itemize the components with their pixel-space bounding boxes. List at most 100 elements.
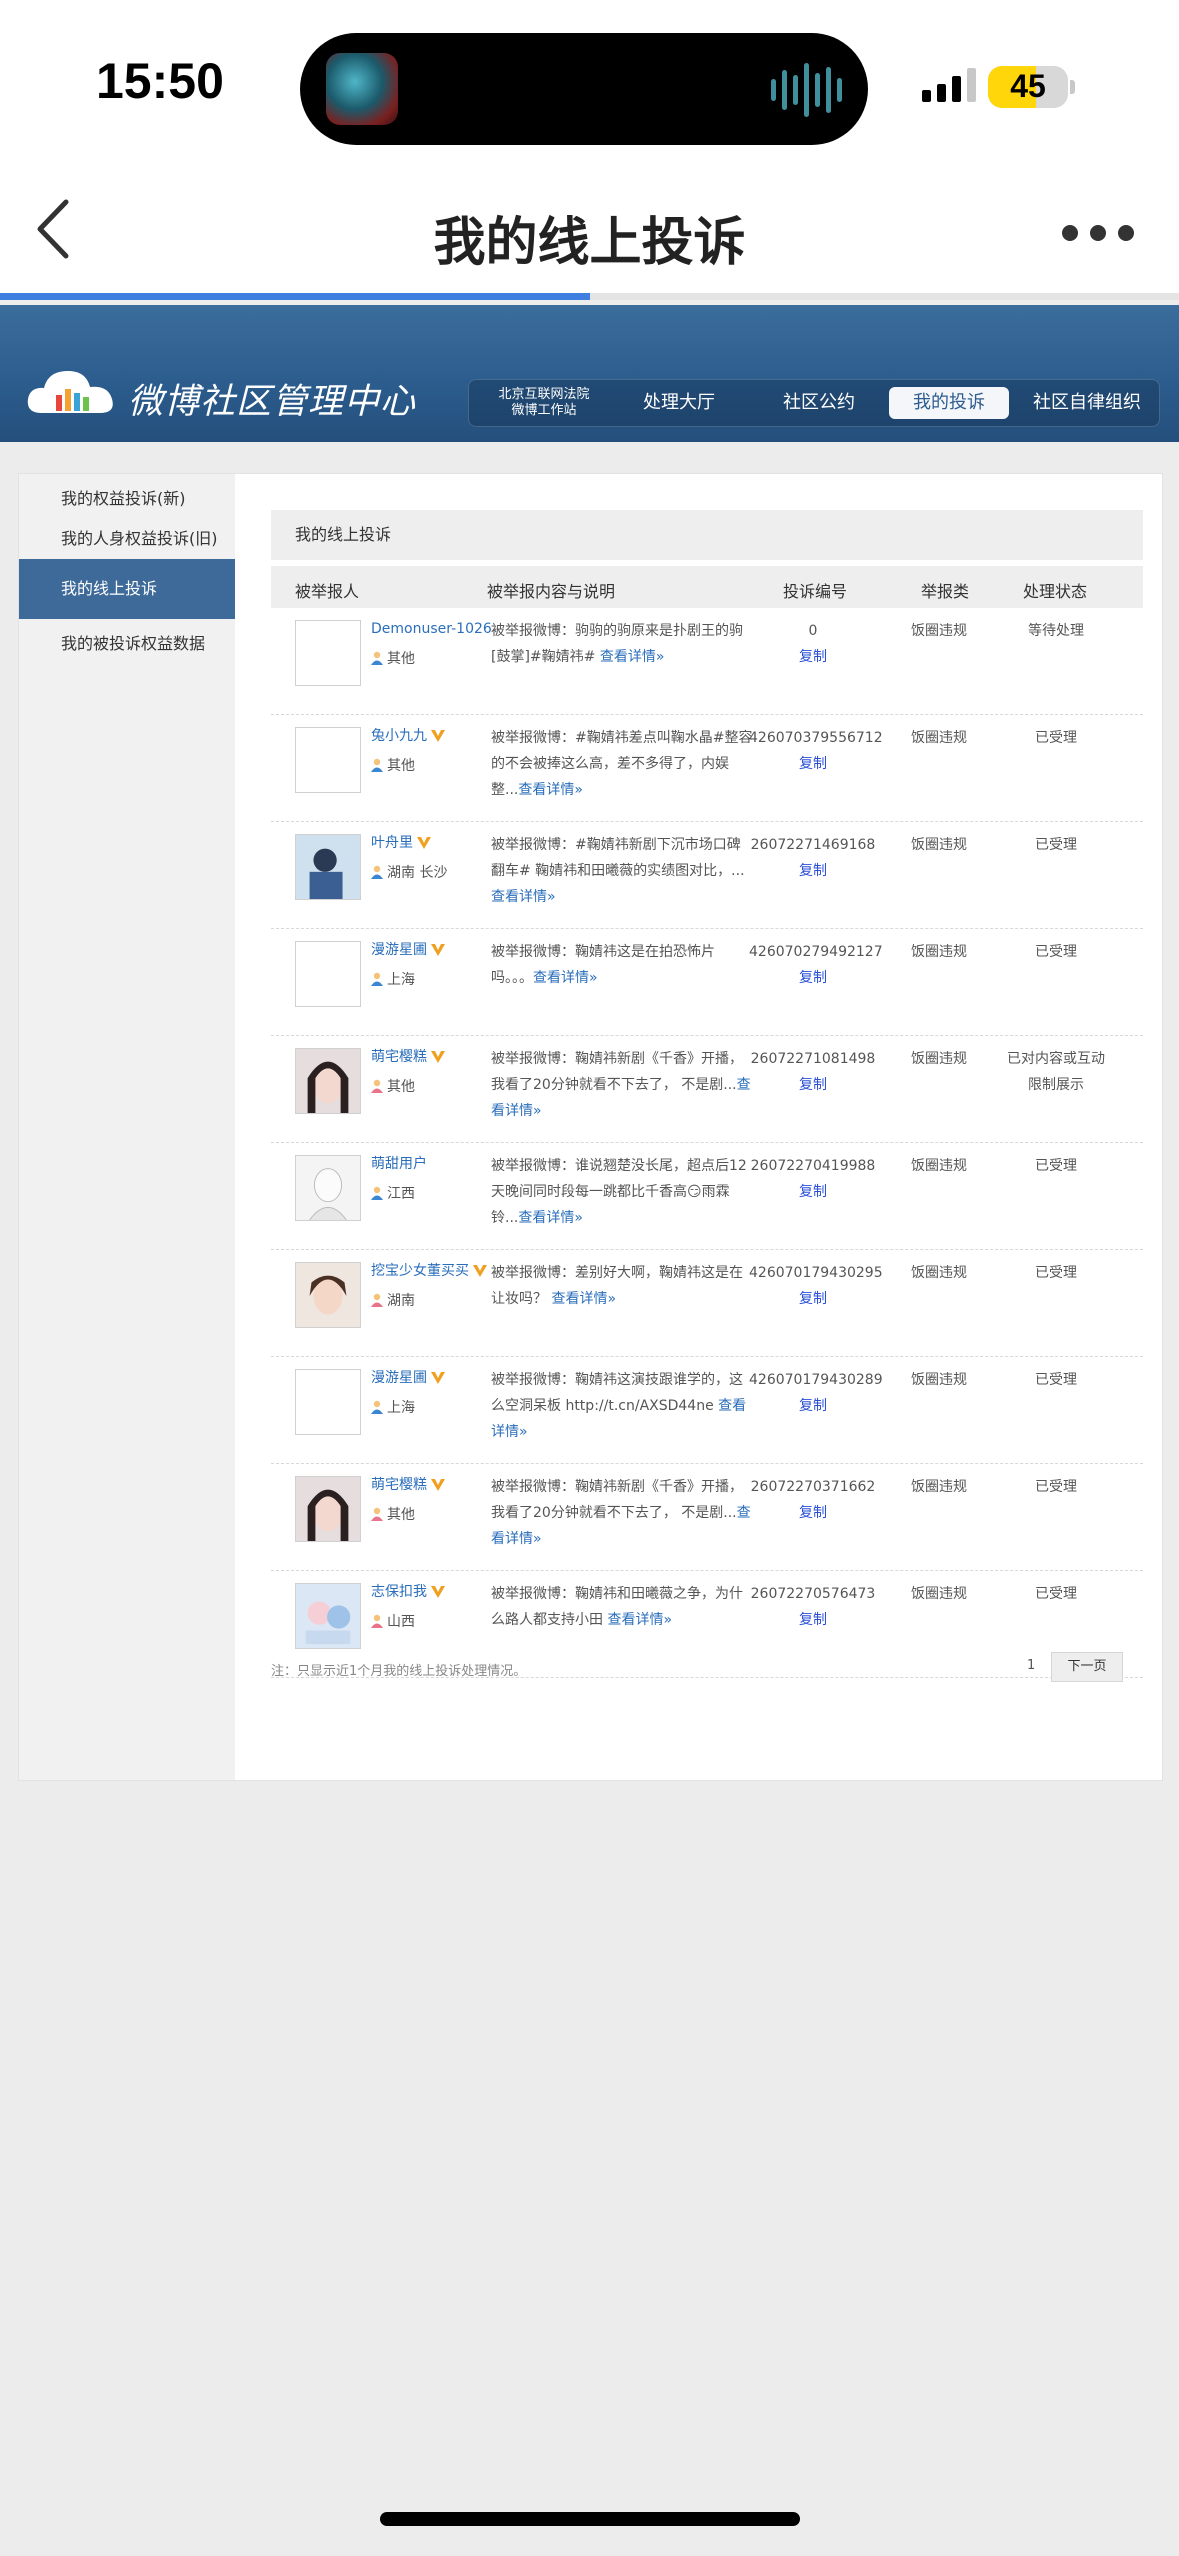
reported-user-location: 上海 [371, 1397, 415, 1417]
view-details-link[interactable]: 查看详情» [491, 889, 556, 905]
view-details-link[interactable]: 查看详情» [533, 970, 598, 986]
copy-id-link[interactable]: 复制 [749, 751, 877, 777]
reported-user-name[interactable]: 萌甜用户 [371, 1155, 497, 1173]
sidebar-item-personal-old[interactable]: 我的人身权益投诉(旧) [19, 522, 235, 556]
processing-status: 已受理 [1035, 837, 1077, 853]
avatar[interactable] [295, 1262, 361, 1328]
report-content: 被举报微博：鞠婧祎这是在拍恐怖片吗。。。查看详情» [491, 944, 715, 986]
table-row: 萌甜用户江西 被举报微博：谁说翘楚没长尾，超点后12天晚间同时段每一跳都比千香高😏… [271, 1143, 1143, 1250]
copy-id-link[interactable]: 复制 [749, 858, 877, 884]
person-icon [371, 758, 383, 772]
complaint-id: 26072270576473 [750, 1586, 876, 1602]
complaint-id: 26072270371662 [750, 1479, 876, 1495]
complaint-id: 426070179430289 [749, 1372, 883, 1388]
processing-status: 等待处理 [1028, 623, 1084, 639]
court-workstation-badge[interactable]: 北京互联网法院 微博工作站 [479, 387, 609, 433]
page-title: 我的线上投诉 [433, 213, 746, 273]
verified-v-icon [417, 837, 431, 849]
avatar[interactable] [295, 1155, 361, 1221]
avatar[interactable] [295, 834, 361, 900]
report-content: 被举报微博：驹驹的驹原来是扑剧王的驹[鼓掌]#鞠婧祎# 查看详情» [491, 623, 743, 665]
avatar[interactable] [295, 727, 361, 793]
report-content: 被举报微博：谁说翘楚没长尾，超点后12天晚间同时段每一跳都比千香高😏雨霖铃...… [491, 1158, 747, 1226]
report-type: 饭圈违规 [911, 944, 967, 960]
reported-user-name[interactable]: Demonuser-1026 [371, 620, 497, 638]
sidebar-item-rights-new[interactable]: 我的权益投诉(新) [19, 482, 235, 516]
view-details-link[interactable]: 查看详情» [518, 1210, 583, 1226]
report-content: 被举报微博：#鞠婧祎差点叫鞠水晶#整容的不会被捧这么高，差不多得了，内娱整...… [491, 730, 753, 798]
copy-id-link[interactable]: 复制 [749, 1607, 877, 1633]
more-options-button[interactable] [1062, 218, 1142, 248]
sidebar-item-online-complaints[interactable]: 我的线上投诉 [19, 559, 235, 619]
avatar[interactable] [295, 1583, 361, 1649]
view-details-link[interactable]: 查看详情» [551, 1291, 616, 1307]
person-icon [371, 972, 383, 986]
copy-id-link[interactable]: 复制 [749, 644, 877, 670]
report-type: 饭圈违规 [911, 837, 967, 853]
header-status: 处理状态 [1023, 582, 1088, 601]
report-type: 饭圈违规 [911, 730, 967, 746]
copy-id-link[interactable]: 复制 [749, 1179, 877, 1205]
complaint-id: 426070279492127 [749, 944, 883, 960]
next-page-button[interactable]: 下一页 [1051, 1652, 1123, 1682]
processing-status: 已受理 [1035, 944, 1077, 960]
copy-id-link[interactable]: 复制 [749, 1500, 877, 1526]
processing-status: 已对内容或互动限制展示 [1007, 1051, 1105, 1093]
copy-id-link[interactable]: 复制 [749, 1393, 877, 1419]
reported-user-name[interactable]: 挖宝少女董买买 [371, 1262, 497, 1280]
site-header: 微博社区管理中心 北京互联网法院 微博工作站 处理大厅 社区公约 我的投诉 社区… [0, 305, 1179, 442]
view-details-link[interactable]: 查看详情» [600, 649, 665, 665]
person-icon [371, 1186, 383, 1200]
complaint-id: 426070179430295 [749, 1265, 883, 1281]
reported-user-name[interactable]: 漫游星圃 [371, 1369, 497, 1387]
sidebar-item-complained-data[interactable]: 我的被投诉权益数据 [19, 624, 235, 664]
report-content: 被举报微博：差别好大啊，鞠婧祎这是在让妆吗？ 查看详情» [491, 1265, 743, 1307]
verified-v-icon [431, 1051, 445, 1063]
battery-level: 45 [1010, 68, 1046, 104]
avatar[interactable] [295, 620, 361, 686]
view-details-link[interactable]: 查看详情» [607, 1612, 672, 1628]
report-type: 饭圈违规 [911, 1586, 967, 1602]
report-type: 饭圈违规 [911, 1265, 967, 1281]
report-content: 被举报微博：鞠婧祎新剧《千香》开播，我看了20分钟就看不下去了， 不是剧...查… [491, 1479, 751, 1547]
menu-self-regulation[interactable]: 社区自律组织 [1019, 380, 1155, 426]
copy-id-link[interactable]: 复制 [749, 1286, 877, 1312]
table-row: 萌宅樱糕其他 被举报微博：鞠婧祎新剧《千香》开播，我看了20分钟就看不下去了， 不… [271, 1464, 1143, 1571]
reported-user-location: 江西 [371, 1183, 415, 1203]
report-type: 饭圈违规 [911, 1158, 967, 1174]
table-row: 萌宅樱糕 其他 被举报微博：鞠婧祎新剧《千香》开播，我看了20分钟就看不下去了， 不… [271, 1036, 1143, 1143]
reported-user-name[interactable]: 漫游星圃 [371, 941, 497, 959]
content-panel: 我的权益投诉(新) 我的人身权益投诉(旧) 我的线上投诉 我的被投诉权益数据 我… [18, 473, 1163, 1781]
reported-user-location: 其他 [371, 1504, 415, 1524]
avatar[interactable] [295, 1369, 361, 1435]
sidebar: 我的权益投诉(新) 我的人身权益投诉(旧) 我的线上投诉 我的被投诉权益数据 [19, 474, 235, 1780]
reported-user-name[interactable]: 萌宅樱糕 [371, 1476, 497, 1494]
avatar[interactable] [295, 1048, 361, 1114]
page-number[interactable]: 1 [1027, 1658, 1035, 1673]
footnote: 注：只显示近1个月我的线上投诉处理情况。 [271, 1664, 527, 1679]
menu-community-rules[interactable]: 社区公约 [759, 380, 879, 426]
processing-status: 已受理 [1035, 1265, 1077, 1281]
nav-bar: 我的线上投诉 [0, 170, 1179, 293]
copy-id-link[interactable]: 复制 [749, 1072, 877, 1098]
dynamic-island [300, 33, 868, 145]
reported-user-name[interactable]: 志保扣我 [371, 1583, 497, 1601]
menu-processing-hall[interactable]: 处理大厅 [619, 380, 739, 426]
reported-user-location: 其他 [371, 1076, 415, 1096]
reported-user-name[interactable]: 兔小九九 [371, 727, 497, 745]
processing-status: 已受理 [1035, 1586, 1077, 1602]
copy-id-link[interactable]: 复制 [749, 965, 877, 991]
reported-user-location: 湖南 [371, 1290, 415, 1310]
view-details-link[interactable]: 查看详情» [518, 782, 583, 798]
avatar[interactable] [295, 1476, 361, 1542]
report-type: 饭圈违规 [911, 623, 967, 639]
header-content: 被举报内容与说明 [487, 582, 616, 601]
table-row: 兔小九九 其他 被举报微博：#鞠婧祎差点叫鞠水晶#整容的不会被捧这么高，差不多得了，… [271, 715, 1143, 822]
avatar[interactable] [295, 941, 361, 1007]
processing-status: 已受理 [1035, 1372, 1077, 1388]
menu-my-complaints[interactable]: 我的投诉 [889, 387, 1009, 419]
verified-v-icon [431, 1372, 445, 1384]
reported-user-name[interactable]: 萌宅樱糕 [371, 1048, 497, 1066]
section-title: 我的线上投诉 [271, 510, 1143, 560]
reported-user-name[interactable]: 叶舟里 [371, 834, 497, 852]
